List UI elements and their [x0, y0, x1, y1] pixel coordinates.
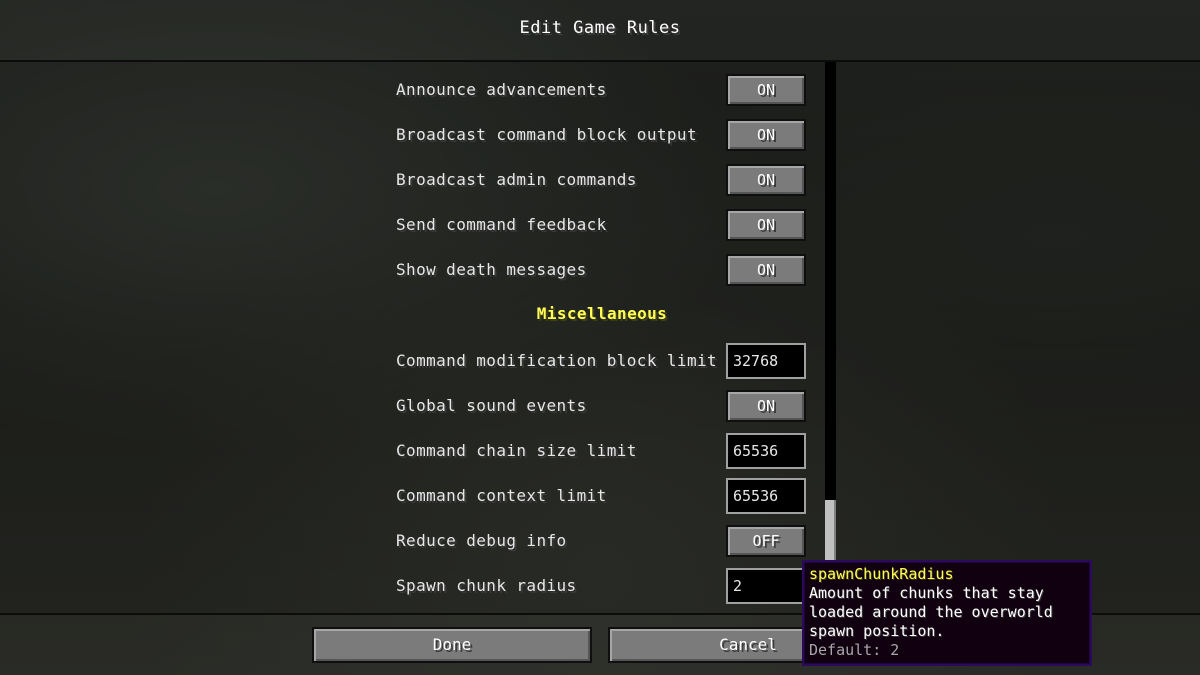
category-heading-miscellaneous: Miscellaneous [536, 304, 668, 323]
rule-label: Announce advancements [396, 80, 607, 99]
tooltip-description-line: Amount of chunks that stay [809, 584, 1044, 602]
rule-tooltip: spawnChunkRadius Amount of chunks that s… [802, 560, 1092, 666]
rule-row-announce-advancements: Announce advancements ON [396, 74, 808, 110]
done-button[interactable]: Done [312, 627, 592, 663]
rule-row-spawn-chunk-radius: Spawn chunk radius 2 [396, 568, 808, 606]
rule-row-broadcast-admin-commands: Broadcast admin commands ON [396, 164, 808, 200]
reduce-debug-info-toggle[interactable]: OFF [726, 525, 806, 557]
rule-label: Global sound events [396, 396, 587, 415]
rule-row-reduce-debug-info: Reduce debug info OFF [396, 525, 808, 561]
rule-label: Reduce debug info [396, 531, 567, 550]
announce-advancements-toggle[interactable]: ON [726, 74, 806, 106]
tooltip-title: spawnChunkRadius [809, 565, 954, 583]
rule-label: Spawn chunk radius [396, 576, 577, 595]
rule-row-command-modification-block-limit: Command modification block limit 32768 [396, 343, 808, 381]
tooltip-description-line: spawn position. [809, 622, 945, 640]
rule-label: Command chain size limit [396, 441, 637, 460]
broadcast-command-block-output-toggle[interactable]: ON [726, 119, 806, 151]
rule-label: Command context limit [396, 486, 607, 505]
spawn-chunk-radius-input[interactable]: 2 [726, 568, 806, 604]
tooltip-default-value: Default: 2 [809, 641, 900, 659]
rule-label: Show death messages [396, 260, 587, 279]
global-sound-events-toggle[interactable]: ON [726, 390, 806, 422]
rule-label: Command modification block limit [396, 351, 718, 370]
rule-label: Send command feedback [396, 215, 607, 234]
rule-row-send-command-feedback: Send command feedback ON [396, 209, 808, 245]
scrollbar-track[interactable] [825, 62, 836, 613]
rule-row-show-death-messages: Show death messages ON [396, 254, 808, 290]
rule-row-broadcast-command-block-output: Broadcast command block output ON [396, 119, 808, 155]
command-chain-size-limit-input[interactable]: 65536 [726, 433, 806, 469]
rule-row-command-context-limit: Command context limit 65536 [396, 478, 808, 516]
tooltip-description-line: loaded around the overworld [809, 603, 1053, 621]
send-command-feedback-toggle[interactable]: ON [726, 209, 806, 241]
rule-label: Broadcast admin commands [396, 170, 637, 189]
show-death-messages-toggle[interactable]: ON [726, 254, 806, 286]
broadcast-admin-commands-toggle[interactable]: ON [726, 164, 806, 196]
screen-title: Edit Game Rules [519, 18, 681, 38]
command-context-limit-input[interactable]: 65536 [726, 478, 806, 514]
rule-row-command-chain-size-limit: Command chain size limit 65536 [396, 433, 808, 471]
command-modification-block-limit-input[interactable]: 32768 [726, 343, 806, 379]
rule-row-global-sound-events: Global sound events ON [396, 390, 808, 426]
rule-label: Broadcast command block output [396, 125, 697, 144]
